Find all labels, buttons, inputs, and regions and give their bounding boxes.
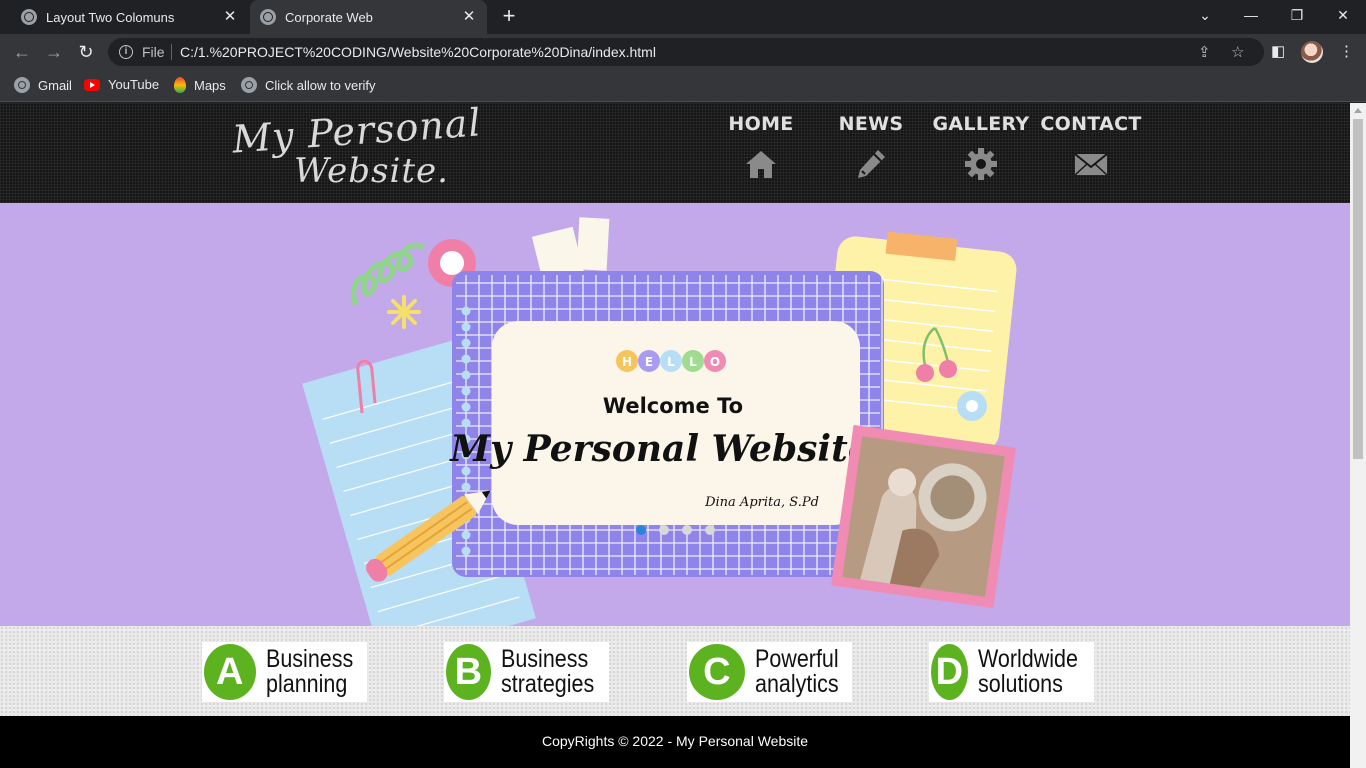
feature-item[interactable]: C Powerful analytics (687, 642, 852, 702)
page-scrollbar[interactable] (1350, 103, 1366, 768)
globe-icon (260, 9, 276, 25)
hero-title-text: My Personal Website.. (448, 428, 895, 470)
bookmark-label: Click allow to verify (265, 77, 376, 93)
hello-letter: L (689, 355, 697, 369)
hero-signature-text: Dina Aprita, S.Pd (704, 495, 819, 510)
logo-line2: Website. (294, 151, 449, 191)
feature-label: Business planning (265, 645, 353, 698)
hero-slider: HELLO Welcome To My Personal Website.. D… (0, 203, 1350, 626)
share-icon[interactable]: ⇪ (1198, 43, 1211, 61)
bookmarks-bar: Gmail YouTube Maps Click allow to verify (0, 70, 1366, 102)
tape-piece (576, 217, 610, 271)
profile-avatar[interactable] (1301, 41, 1323, 63)
nav-label: HOME (728, 113, 794, 135)
scheme-label: File (142, 44, 165, 60)
tab-corporate-web[interactable]: Corporate Web ✕ (250, 0, 487, 34)
menu-kebab-icon[interactable]: ⋮ (1339, 42, 1354, 60)
slider-dot[interactable] (682, 525, 692, 535)
new-tab-button[interactable]: + (497, 5, 521, 29)
restore-button[interactable]: ❐ (1274, 0, 1320, 30)
slider-dot[interactable] (636, 525, 646, 535)
feature-badge: C (689, 644, 745, 700)
globe-icon (21, 9, 37, 25)
scroll-up-arrow-icon[interactable] (1354, 108, 1362, 113)
nav-label: CONTACT (1040, 113, 1142, 135)
features-strip: A Business planning B Business strategies … (0, 626, 1350, 716)
bookmark-label: Maps (194, 77, 226, 93)
bookmark-youtube[interactable]: YouTube (84, 77, 159, 92)
tab-title: Layout Two Colomuns (46, 9, 175, 25)
divider (171, 44, 172, 60)
tab-strip: Layout Two Colomuns ✕ Corporate Web ✕ + … (0, 0, 1366, 34)
nav-gallery[interactable]: GALLERY (926, 113, 1036, 181)
feature-item[interactable]: D Worldwide solutions (929, 642, 1094, 702)
tab-search-chevron-icon[interactable]: ⌄ (1182, 0, 1228, 30)
hero-collage-illustration: HELLO Welcome To My Personal Website.. D… (302, 217, 1017, 626)
reload-icon[interactable]: ↻ (74, 40, 98, 64)
maps-icon (174, 77, 186, 93)
address-bar[interactable]: i File C:/1.%20PROJECT%20CODING/Website%… (108, 38, 1264, 66)
nav-contact[interactable]: CONTACT (1036, 113, 1146, 181)
hero-welcome-text: Welcome To (603, 394, 743, 418)
feature-label: Powerful analytics (754, 645, 839, 698)
bookmark-gmail[interactable]: Gmail (14, 77, 72, 93)
youtube-icon (84, 78, 100, 91)
nav-label: NEWS (838, 113, 904, 135)
feature-item[interactable]: B Business strategies (444, 642, 609, 702)
info-icon[interactable]: i (119, 45, 133, 59)
hello-balloons: HELLO (616, 350, 726, 372)
page-viewport: My Personal Website. HOME NEWS GALLERY C… (0, 103, 1350, 768)
blue-flower-decoration (957, 391, 987, 421)
window-close-button[interactable]: ✕ (1320, 0, 1366, 30)
side-panel-icon[interactable]: ◧ (1271, 42, 1285, 60)
gear-icon (965, 148, 997, 180)
pencil-icon (858, 150, 885, 178)
hello-letter: E (645, 355, 653, 369)
nav-label: GALLERY (932, 113, 1030, 135)
hello-letter: H (622, 355, 632, 369)
feature-item[interactable]: A Business planning (202, 642, 367, 702)
home-icon (746, 151, 776, 178)
site-header: My Personal Website. HOME NEWS GALLERY C… (0, 103, 1350, 203)
close-icon[interactable]: ✕ (461, 9, 477, 25)
close-icon[interactable]: ✕ (222, 9, 238, 25)
bookmark-click-allow[interactable]: Click allow to verify (241, 77, 376, 93)
mail-icon (1074, 153, 1108, 176)
nav-home[interactable]: HOME (706, 113, 816, 181)
slider-dot[interactable] (705, 525, 715, 535)
hello-letter: O (710, 355, 720, 369)
feature-badge: D (931, 644, 968, 700)
bookmark-maps[interactable]: Maps (174, 77, 226, 93)
minimize-button[interactable]: — (1228, 0, 1274, 30)
slider-dot[interactable] (659, 525, 669, 535)
tab-layout-two-colomuns[interactable]: Layout Two Colomuns ✕ (8, 0, 248, 34)
scrollbar-thumb[interactable] (1353, 119, 1363, 459)
site-footer: CopyRights © 2022 - My Personal Website (0, 716, 1350, 768)
photo-frame (831, 424, 1017, 609)
feature-label: Worldwide solutions (977, 645, 1078, 698)
forward-arrow-icon[interactable]: → (42, 40, 66, 64)
feature-badge: A (204, 644, 256, 700)
globe-icon (14, 77, 30, 93)
star-decoration (387, 295, 421, 329)
site-logo[interactable]: My Personal Website. (231, 103, 483, 199)
bookmark-star-icon[interactable]: ☆ (1231, 43, 1244, 61)
tab-title: Corporate Web (285, 9, 373, 25)
globe-icon (241, 77, 257, 93)
back-arrow-icon[interactable]: ← (10, 40, 34, 64)
nav-news[interactable]: NEWS (816, 113, 926, 181)
feature-badge: B (446, 644, 491, 700)
bookmark-label: Gmail (38, 77, 72, 93)
squiggle-decoration (351, 242, 425, 306)
bookmark-label: YouTube (108, 77, 160, 92)
browser-toolbar: ← → ↻ i File C:/1.%20PROJECT%20CODING/We… (0, 34, 1366, 70)
hello-letter: L (667, 355, 675, 369)
feature-label: Business strategies (500, 645, 594, 698)
url-text[interactable]: C:/1.%20PROJECT%20CODING/Website%20Corpo… (180, 44, 656, 60)
